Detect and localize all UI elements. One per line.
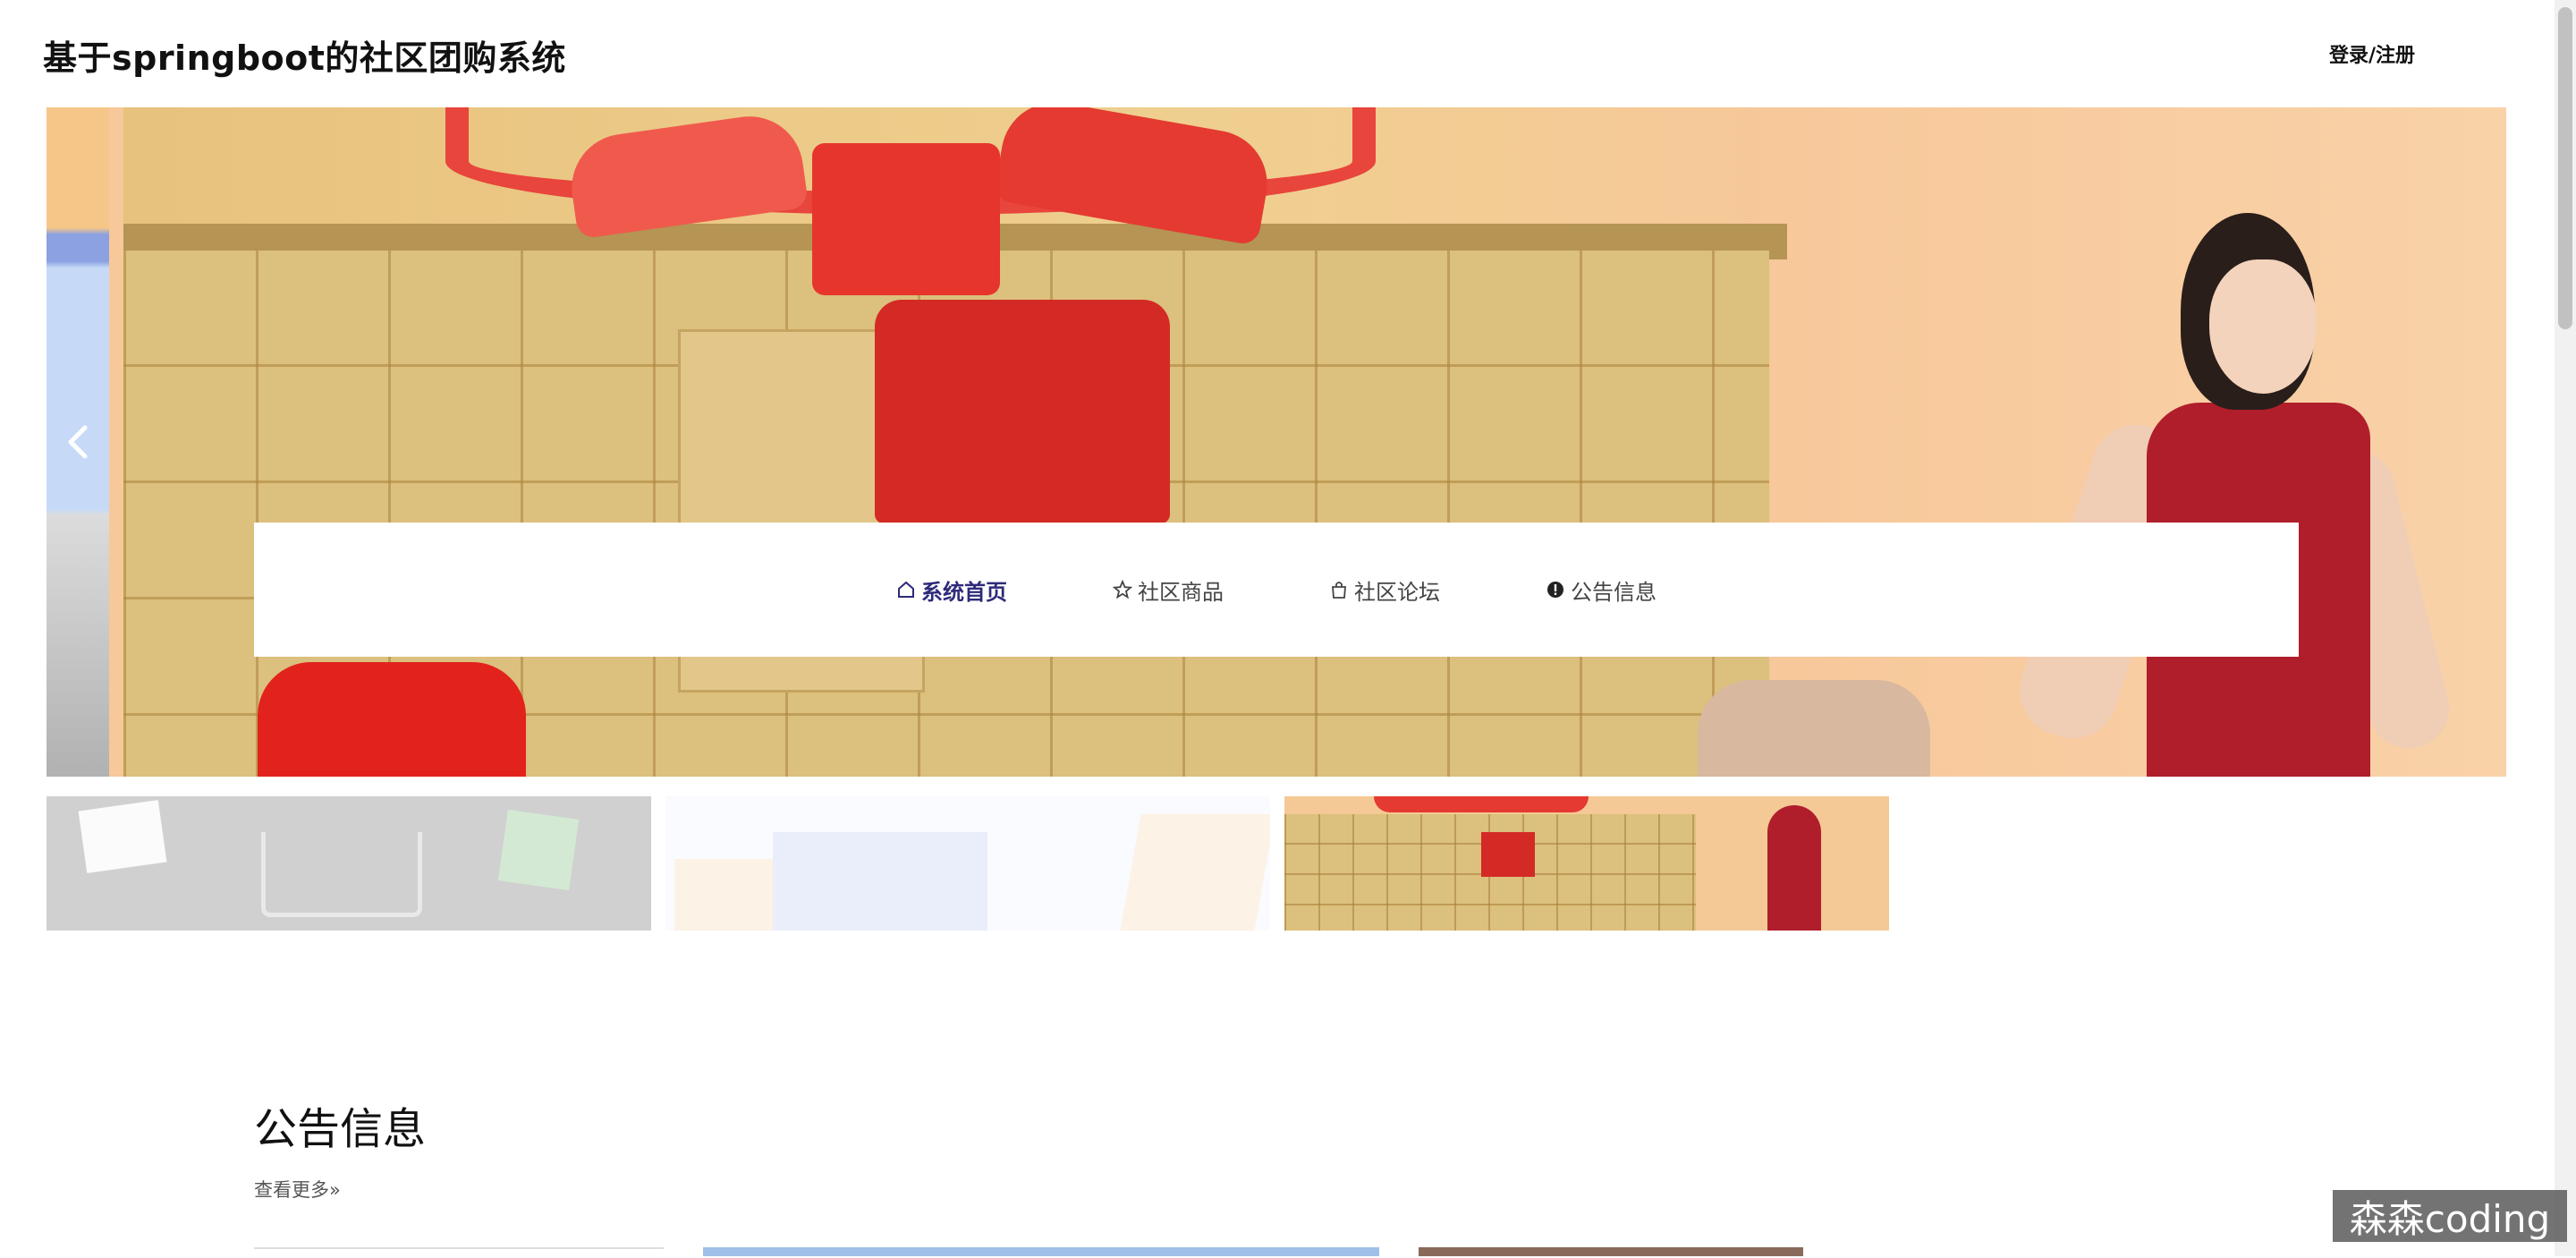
scrollbar-thumb[interactable] — [2558, 7, 2572, 329]
star-icon — [1113, 580, 1132, 599]
notice-section-title: 公告信息 — [254, 1104, 427, 1154]
carousel-prev-button[interactable] — [59, 419, 95, 465]
nav-item-products[interactable]: 社区商品 — [1113, 574, 1224, 606]
nav-item-forum[interactable]: 社区论坛 — [1329, 574, 1440, 606]
login-register-link[interactable]: 登录/注册 — [2329, 39, 2415, 68]
main-nav: 系统首页 社区商品 社区论坛 公告信息 — [254, 523, 2299, 657]
home-icon — [898, 581, 914, 598]
notice-card[interactable] — [254, 1247, 664, 1258]
carousel-thumbnail-3[interactable] — [1284, 796, 1889, 931]
carousel-thumbnails — [47, 796, 1889, 931]
carousel-thumbnail-2[interactable] — [665, 796, 1270, 931]
nav-item-notice[interactable]: 公告信息 — [1546, 574, 1657, 606]
notice-card[interactable] — [1419, 1247, 1803, 1256]
banner-slide-image — [123, 107, 2506, 777]
site-title: 基于springboot的社区团购系统 — [43, 38, 566, 78]
info-icon — [1547, 582, 1563, 598]
banner-carousel — [47, 107, 2506, 777]
nav-item-home[interactable]: 系统首页 — [896, 574, 1007, 606]
nav-label: 社区论坛 — [1354, 579, 1440, 605]
nav-label: 社区商品 — [1138, 579, 1224, 605]
vertical-scrollbar[interactable] — [2555, 0, 2576, 1256]
bag-icon — [1332, 582, 1346, 599]
chevron-left-icon — [68, 425, 88, 459]
nav-label: 公告信息 — [1571, 579, 1657, 605]
view-more-link[interactable]: 查看更多» — [254, 1176, 341, 1203]
carousel-thumbnail-1[interactable] — [47, 796, 651, 931]
nav-label: 系统首页 — [921, 579, 1007, 605]
watermark-text: 森森coding — [2333, 1190, 2567, 1242]
notice-card[interactable] — [703, 1247, 1379, 1256]
